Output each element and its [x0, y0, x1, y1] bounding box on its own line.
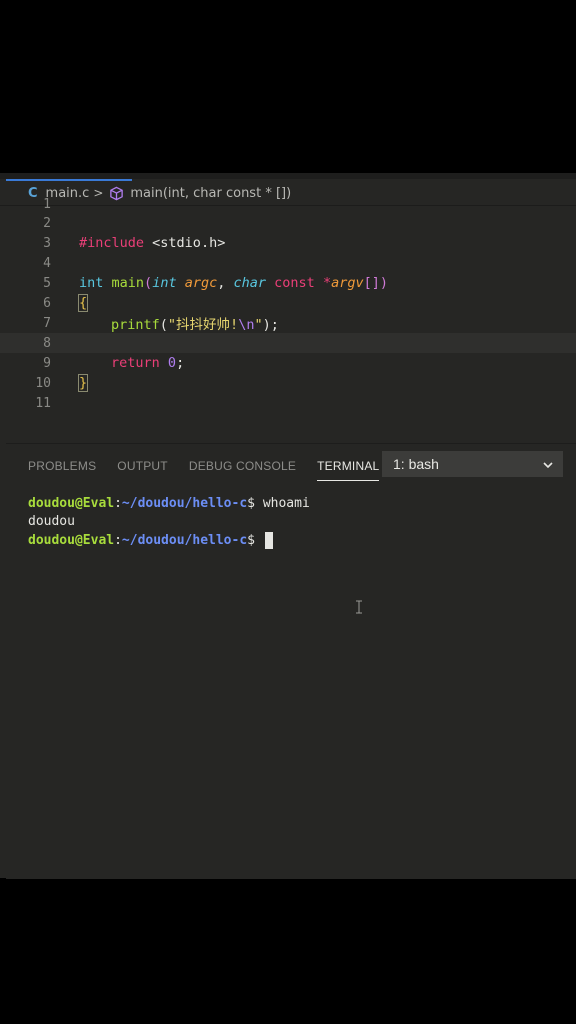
escape-sequence: \n — [238, 317, 255, 333]
line-number: 11 — [35, 395, 51, 411]
terminal-line: doudou@Eval: ~/doudou/hello-c $ whoami — [28, 494, 568, 513]
tab-output[interactable]: OUTPUT — [117, 459, 168, 473]
line-number: 6 — [43, 295, 51, 311]
bottom-panel: PROBLEMS OUTPUT DEBUG CONSOLE TERMINAL 1… — [6, 443, 576, 879]
code-line-5: 5 int main(int argc, char const *argv[]) — [0, 273, 576, 293]
line-number: 2 — [43, 215, 51, 231]
prompt-user: doudou@Eval — [28, 495, 115, 511]
command-output: doudou — [28, 514, 75, 530]
statement-end: ; — [176, 355, 185, 371]
close-paren: ) — [379, 275, 389, 291]
line-number: 7 — [43, 315, 51, 331]
param-type: char — [233, 275, 267, 291]
terminal-line: doudou — [28, 513, 568, 532]
prompt-separator: : — [114, 495, 122, 511]
array-brackets: [] — [363, 275, 380, 291]
string-close: " — [254, 317, 263, 333]
code-text: { — [77, 294, 89, 312]
return-statement: return 0; — [111, 355, 184, 371]
const-keyword: const — [274, 275, 315, 291]
line-number: 5 — [43, 275, 51, 291]
code-line-10: 10 } — [0, 373, 576, 393]
screen: C main.c > main(int, char const * []) 1 … — [0, 0, 576, 1024]
include-statement: #include <stdio.h> — [79, 235, 225, 251]
prompt-separator: : — [114, 532, 122, 548]
code-text: } — [77, 374, 89, 392]
statement-end: ); — [262, 317, 279, 333]
chevron-down-icon — [542, 458, 554, 474]
prompt-symbol: $ — [247, 532, 263, 548]
close-brace: } — [77, 374, 89, 392]
terminal-line: doudou@Eval: ~/doudou/hello-c $ — [28, 531, 568, 550]
line-number: 8 — [43, 335, 51, 351]
printf-statement: printf("抖抖好帅!\n"); — [111, 313, 279, 333]
tab-debug-console[interactable]: DEBUG CONSOLE — [189, 459, 296, 473]
code-line-1: 1 — [0, 198, 576, 210]
terminal-command: whoami — [262, 495, 310, 511]
comma: , — [217, 275, 226, 291]
param-name: argc — [184, 275, 218, 291]
main-signature: int main(int argc, char const *argv[]) — [79, 275, 388, 291]
code-editor[interactable]: 1 2 3 #include <stdio.h> 4 5 int main(in… — [0, 198, 576, 437]
text-cursor-icon — [355, 599, 363, 614]
terminal-select-value: 1: bash — [393, 456, 439, 472]
line-number: 4 — [43, 255, 51, 271]
include-header: <stdio.h> — [152, 235, 226, 251]
param-type: int — [152, 275, 177, 291]
line-number: 10 — [35, 375, 51, 391]
param-name: argv — [331, 275, 364, 291]
return-value: 0 — [167, 355, 177, 371]
code-line-9: 9 return 0; — [0, 353, 576, 373]
terminal-select[interactable]: 1: bash — [382, 451, 563, 477]
prompt-path: ~/doudou/hello-c — [121, 495, 248, 511]
line-number: 1 — [43, 198, 51, 210]
function-name: main — [111, 275, 145, 291]
include-directive: #include — [79, 235, 145, 251]
open-paren: ( — [159, 317, 168, 333]
code-line-4: 4 — [0, 253, 576, 273]
terminal-cursor — [264, 531, 273, 549]
vscode-window: C main.c > main(int, char const * []) 1 … — [0, 173, 576, 879]
return-keyword: return — [111, 355, 160, 371]
line-number: 3 — [43, 235, 51, 251]
code-line-8-current: 8 — [0, 333, 576, 353]
code-line-11: 11 — [0, 393, 576, 413]
tab-terminal[interactable]: TERMINAL — [317, 459, 380, 481]
prompt-symbol: $ — [247, 495, 263, 511]
line-number: 9 — [43, 355, 51, 371]
terminal-output[interactable]: doudou@Eval: ~/doudou/hello-c $ whoami dou… — [28, 494, 568, 550]
tab-problems[interactable]: PROBLEMS — [28, 459, 96, 473]
return-type: int — [79, 275, 104, 291]
panel-tabs: PROBLEMS OUTPUT DEBUG CONSOLE TERMINAL — [6, 454, 380, 481]
prompt-path: ~/doudou/hello-c — [121, 532, 248, 548]
code-line-3: 3 #include <stdio.h> — [0, 233, 576, 253]
code-line-6: 6 { — [0, 293, 576, 313]
pointer-star: * — [322, 275, 332, 291]
code-line-2: 2 — [0, 213, 576, 233]
open-paren: ( — [144, 275, 153, 291]
open-brace: { — [77, 294, 89, 312]
prompt-user: doudou@Eval — [28, 532, 115, 548]
string-literal: "抖抖好帅! — [167, 317, 239, 333]
code-line-7: 7 printf("抖抖好帅!\n"); — [0, 313, 576, 334]
function-call: printf — [111, 317, 160, 333]
